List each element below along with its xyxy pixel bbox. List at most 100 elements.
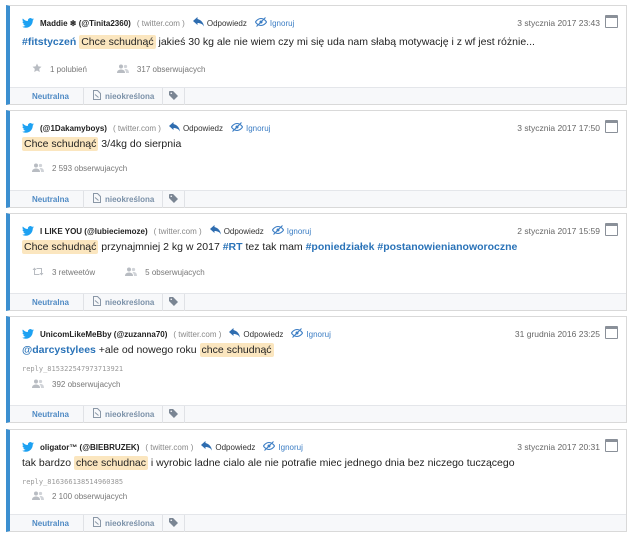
tag-button[interactable]: [163, 405, 186, 423]
calendar-icon[interactable]: [605, 120, 618, 133]
hashtag-link[interactable]: #fitstyczeń: [22, 36, 76, 48]
tag-button[interactable]: [163, 87, 186, 105]
mention-footer: Neutralna nieokreślona: [10, 293, 626, 311]
author-name[interactable]: I LIKE YOU (@lubieciemoze): [40, 227, 148, 236]
tag-button[interactable]: [163, 293, 186, 311]
mention-header: UnicomLikeMeBby (@zuzanna70) ( twitter.co…: [22, 328, 331, 340]
reply-label: Odpowiedz: [215, 442, 256, 452]
reply-button[interactable]: Odpowiedz: [201, 441, 255, 453]
mention-footer: Neutralna nieokreślona: [10, 514, 626, 532]
mention-stats: 392 obserwujacych: [32, 379, 150, 390]
reply-label: Odpowiedz: [223, 226, 264, 236]
tag-button[interactable]: [163, 190, 186, 208]
calendar-icon[interactable]: [605, 15, 618, 28]
users-icon: [116, 64, 137, 75]
calendar-icon[interactable]: [605, 439, 618, 452]
mention-footer: Neutralna nieokreślona: [10, 190, 626, 208]
ignore-button[interactable]: Ignoruj: [230, 122, 270, 134]
sentiment-selector[interactable]: Neutralna: [10, 293, 84, 311]
reply-button[interactable]: Odpowiedz: [192, 17, 247, 29]
mention-stats: 1 polubień 317 obserwujacych: [32, 63, 235, 75]
source-link[interactable]: ( twitter.com ): [145, 443, 193, 452]
hashtag-link[interactable]: #RT: [223, 241, 243, 253]
ignore-button[interactable]: Ignoruj: [291, 328, 331, 340]
category-selector[interactable]: nieokreślona: [84, 87, 164, 105]
reply-button[interactable]: Odpowiedz: [209, 225, 264, 237]
text-fragment: tak bardzo: [22, 457, 74, 469]
mention-date: 3 stycznia 2017 20:31: [517, 442, 600, 452]
mention-stats: 2 100 obserwujacych: [32, 491, 157, 502]
category-selector[interactable]: nieokreślona: [84, 514, 164, 532]
reply-button[interactable]: Odpowiedz: [168, 122, 223, 134]
source-link[interactable]: ( twitter.com ): [154, 227, 202, 236]
stat-item: 5 obserwujacych: [125, 267, 205, 278]
mention-header: oligator™ (@BIEBRUZEK) ( twitter.com ) Odp…: [22, 441, 303, 453]
text-fragment: przynajmniej 2 kg w 2017: [98, 241, 223, 253]
users-icon: [32, 163, 52, 174]
ignore-button[interactable]: Ignoruj: [263, 441, 303, 453]
ignore-button[interactable]: Ignoruj: [271, 225, 311, 237]
mention-card: (@1Dakamyboys) ( twitter.com ) Odpowiedz Ig…: [6, 110, 627, 208]
category-selector[interactable]: nieokreślona: [84, 405, 164, 423]
twitter-icon: [22, 329, 34, 339]
eye-off-icon: [254, 17, 270, 29]
ignore-label: Ignoruj: [269, 18, 295, 28]
hashtag-link[interactable]: #poniedziałek: [306, 241, 375, 253]
source-link[interactable]: ( twitter.com ): [113, 124, 161, 133]
source-link[interactable]: ( twitter.com ): [137, 19, 185, 28]
reply-id: reply_815322547973713921: [22, 365, 124, 373]
category-icon: [92, 90, 105, 102]
text-fragment: +ale od nowego roku: [95, 344, 200, 356]
category-icon: [92, 517, 105, 529]
twitter-icon: [22, 442, 34, 452]
stat-label: 5 obserwujacych: [145, 268, 205, 277]
category-icon: [92, 408, 105, 420]
mention-text: Chce schudnąć przynajmniej 2 kg w 2017 #…: [22, 240, 517, 254]
keyword-highlight: Chce schudnąć: [22, 137, 99, 151]
mention-card: UnicomLikeMeBby (@zuzanna70) ( twitter.co…: [6, 316, 627, 423]
sentiment-selector[interactable]: Neutralna: [10, 190, 84, 208]
eye-off-icon: [263, 441, 278, 453]
category-icon: [92, 296, 105, 308]
hashtag-link[interactable]: #postanowienianoworoczne: [377, 241, 517, 253]
author-name[interactable]: (@1Dakamyboys): [40, 124, 107, 133]
twitter-icon: [22, 18, 34, 28]
ignore-button[interactable]: Ignoruj: [254, 17, 295, 29]
retweet-icon: [32, 267, 52, 278]
sentiment-selector[interactable]: Neutralna: [10, 514, 84, 532]
author-name[interactable]: oligator™ (@BIEBRUZEK): [40, 443, 139, 452]
reply-button[interactable]: Odpowiedz: [229, 328, 283, 340]
stat-item: 2 100 obserwujacych: [32, 491, 127, 502]
hashtag-link[interactable]: @darcystylees: [22, 344, 96, 356]
users-icon: [32, 491, 52, 502]
sentiment-selector[interactable]: Neutralna: [10, 405, 84, 423]
mention-card: Maddie ❄ (@Tinita2360) ( twitter.com ) Odp…: [6, 5, 627, 105]
mention-text: #fitstyczeń Chce schudnąć jakieś 30 kg a…: [22, 35, 535, 49]
stat-item: 2 593 obserwujacych: [32, 163, 127, 174]
tag-button[interactable]: [163, 514, 186, 532]
reply-icon: [201, 441, 215, 453]
tag-icon: [169, 408, 179, 420]
author-name[interactable]: Maddie ❄ (@Tinita2360): [40, 19, 131, 28]
twitter-icon: [22, 123, 34, 133]
eye-off-icon: [230, 122, 246, 134]
calendar-icon[interactable]: [605, 326, 618, 339]
category-label: nieokreślona: [105, 297, 155, 307]
sentiment-selector[interactable]: Neutralna: [10, 87, 84, 105]
reply-id: reply_816366138514960385: [22, 478, 124, 486]
source-link[interactable]: ( twitter.com ): [173, 330, 221, 339]
mention-date: 31 grudnia 2016 23:25: [514, 329, 600, 339]
stat-item: 317 obserwujacych: [116, 63, 205, 75]
category-selector[interactable]: nieokreślona: [84, 293, 164, 311]
mention-date: 2 stycznia 2017 15:59: [517, 226, 600, 236]
calendar-icon[interactable]: [605, 223, 618, 236]
keyword-highlight: Chce schudnąć: [22, 240, 99, 254]
stat-item: 392 obserwujacych: [32, 379, 120, 390]
category-label: nieokreślona: [105, 91, 155, 101]
author-name[interactable]: UnicomLikeMeBby (@zuzanna70): [40, 330, 167, 339]
tag-icon: [169, 90, 179, 102]
tag-icon: [169, 296, 179, 308]
category-selector[interactable]: nieokreślona: [84, 190, 164, 208]
mention-footer: Neutralna nieokreślona: [10, 405, 626, 423]
stat-label: 392 obserwujacych: [52, 380, 121, 389]
